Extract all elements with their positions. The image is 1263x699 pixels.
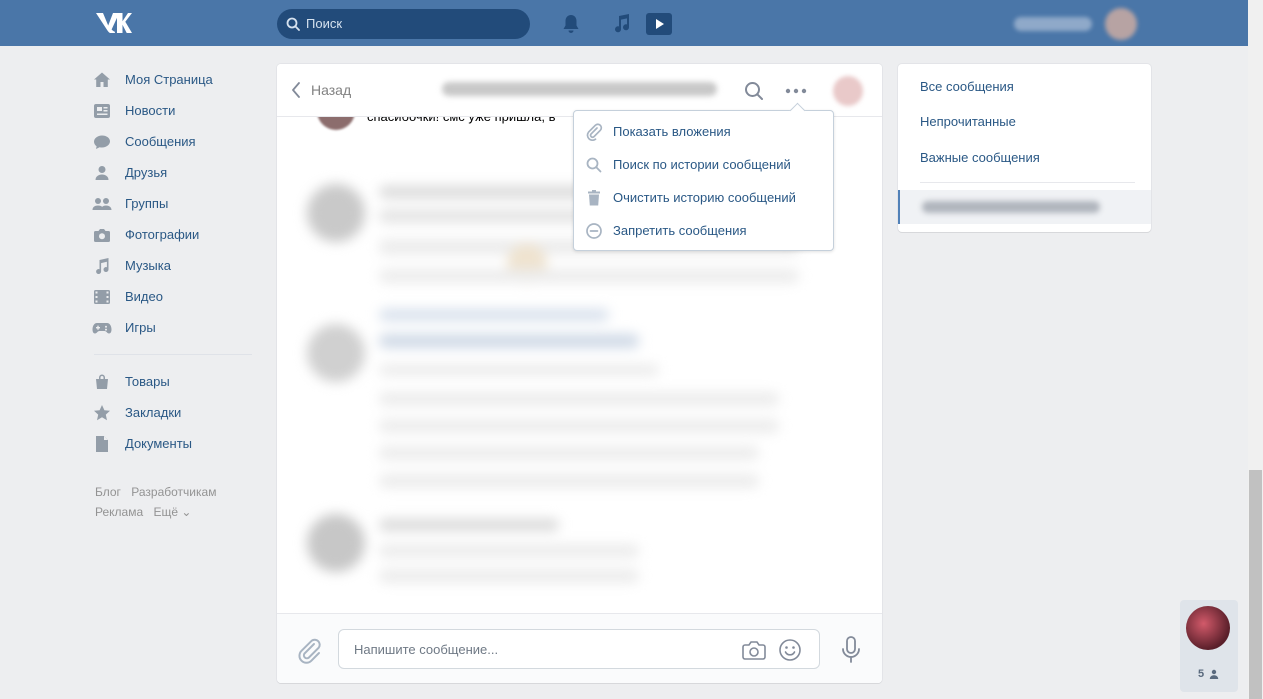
block-icon xyxy=(586,222,602,239)
microphone-icon[interactable] xyxy=(840,635,862,665)
menu-item-label: Запретить сообщения xyxy=(613,223,747,238)
video-icon xyxy=(94,289,110,304)
document-icon xyxy=(96,435,108,452)
music-note-icon[interactable] xyxy=(610,12,634,36)
search-placeholder: Поиск xyxy=(306,16,343,31)
left-navigation: Моя Страница Новости Сообщения Друзья Гр… xyxy=(92,64,254,459)
filter-important[interactable]: Важные сообщения xyxy=(920,150,1040,165)
nav-item-news[interactable]: Новости xyxy=(92,95,254,126)
more-icon[interactable] xyxy=(783,80,809,102)
nav-item-messages[interactable]: Сообщения xyxy=(92,126,254,157)
vk-logo-icon[interactable] xyxy=(96,12,132,34)
nav-label: Новости xyxy=(125,103,176,118)
person-icon xyxy=(1209,669,1219,679)
chevron-left-icon xyxy=(292,82,300,98)
friends-icon xyxy=(95,165,109,180)
message-input[interactable]: Напишите сообщение... xyxy=(338,629,820,669)
news-icon xyxy=(94,103,110,118)
bell-icon[interactable] xyxy=(559,12,583,36)
search-icon xyxy=(286,17,300,31)
chat-widget[interactable]: 5 xyxy=(1180,600,1238,692)
nav-item-games[interactable]: Игры xyxy=(92,312,254,343)
footer-link-developers[interactable]: Разработчикам xyxy=(131,485,216,499)
footer-link-ads[interactable]: Реклама xyxy=(95,505,143,519)
search-icon xyxy=(586,157,602,172)
widget-avatar xyxy=(1186,606,1230,650)
nav-label: Музыка xyxy=(125,258,171,273)
menu-item-search-history[interactable]: Поиск по истории сообщений xyxy=(574,148,833,181)
peer-name-blurred[interactable] xyxy=(442,82,717,96)
camera-icon xyxy=(94,228,110,242)
play-icon[interactable] xyxy=(646,12,672,36)
nav-label: Игры xyxy=(125,320,156,335)
footer-link-more[interactable]: Ещё ⌄ xyxy=(153,505,191,519)
message-input-placeholder: Напишите сообщение... xyxy=(354,642,499,657)
trash-icon xyxy=(588,189,600,205)
nav-item-friends[interactable]: Друзья xyxy=(92,157,254,188)
nav-label: Сообщения xyxy=(125,134,196,149)
nav-divider xyxy=(94,354,252,355)
menu-item-label: Поиск по истории сообщений xyxy=(613,157,791,172)
camera-icon[interactable] xyxy=(742,639,766,661)
nav-item-documents[interactable]: Документы xyxy=(92,428,254,459)
nav-item-groups[interactable]: Группы xyxy=(92,188,254,219)
nav-item-video[interactable]: Видео xyxy=(92,281,254,312)
nav-label: Документы xyxy=(125,436,193,451)
back-button[interactable]: Назад xyxy=(291,80,351,100)
menu-item-label: Показать вложения xyxy=(613,124,731,139)
filter-current-conversation[interactable] xyxy=(898,190,1151,224)
nav-label: Закладки xyxy=(125,405,182,420)
groups-icon xyxy=(92,197,112,210)
filter-divider xyxy=(920,182,1135,183)
online-count: 5 xyxy=(1198,668,1205,680)
filter-unread[interactable]: Непрочитанные xyxy=(920,114,1016,129)
gamepad-icon xyxy=(92,322,112,333)
top-bar: Поиск xyxy=(0,0,1248,46)
search-icon[interactable] xyxy=(743,80,765,102)
bag-icon xyxy=(96,374,108,389)
search-bar[interactable]: Поиск xyxy=(277,9,530,39)
music-icon xyxy=(96,257,109,274)
footer-link-blog[interactable]: Блог xyxy=(95,485,121,499)
user-menu[interactable] xyxy=(1010,6,1148,42)
menu-item-clear-history[interactable]: Очистить историю сообщений xyxy=(574,181,833,214)
paperclip-icon[interactable] xyxy=(296,636,322,664)
scrollbar-thumb[interactable] xyxy=(1249,470,1262,699)
nav-item-photos[interactable]: Фотографии xyxy=(92,219,254,250)
conversation-name-blurred xyxy=(922,201,1100,213)
star-icon xyxy=(94,404,110,420)
home-icon xyxy=(94,72,110,87)
menu-item-block-messages[interactable]: Запретить сообщения xyxy=(574,214,833,247)
footer-links: Блог Разработчикам Реклама Ещё ⌄ xyxy=(95,482,265,522)
nav-label: Товары xyxy=(125,374,170,389)
messages-icon xyxy=(94,135,110,149)
chat-actions-menu: Показать вложения Поиск по истории сообщ… xyxy=(573,110,834,251)
back-label: Назад xyxy=(311,82,352,98)
message-filters: Все сообщения Непрочитанные Важные сообщ… xyxy=(898,64,1151,232)
nav-label: Группы xyxy=(125,196,169,211)
menu-item-label: Очистить историю сообщений xyxy=(613,190,796,205)
nav-item-music[interactable]: Музыка xyxy=(92,250,254,281)
nav-label: Фотографии xyxy=(125,227,200,242)
peer-avatar[interactable] xyxy=(833,76,863,106)
nav-item-my-page[interactable]: Моя Страница xyxy=(92,64,254,95)
message-composer: Напишите сообщение... xyxy=(277,613,882,683)
menu-item-show-attachments[interactable]: Показать вложения xyxy=(574,115,833,148)
nav-label: Видео xyxy=(125,289,163,304)
nav-item-bookmarks[interactable]: Закладки xyxy=(92,397,254,428)
paperclip-icon xyxy=(586,122,603,141)
emoji-icon[interactable] xyxy=(778,638,802,662)
user-avatar xyxy=(1105,8,1137,40)
nav-label: Друзья xyxy=(125,165,168,180)
nav-label: Моя Страница xyxy=(125,72,213,87)
nav-item-goods[interactable]: Товары xyxy=(92,366,254,397)
filter-all-messages[interactable]: Все сообщения xyxy=(920,79,1014,94)
user-name-blurred xyxy=(1014,17,1092,31)
